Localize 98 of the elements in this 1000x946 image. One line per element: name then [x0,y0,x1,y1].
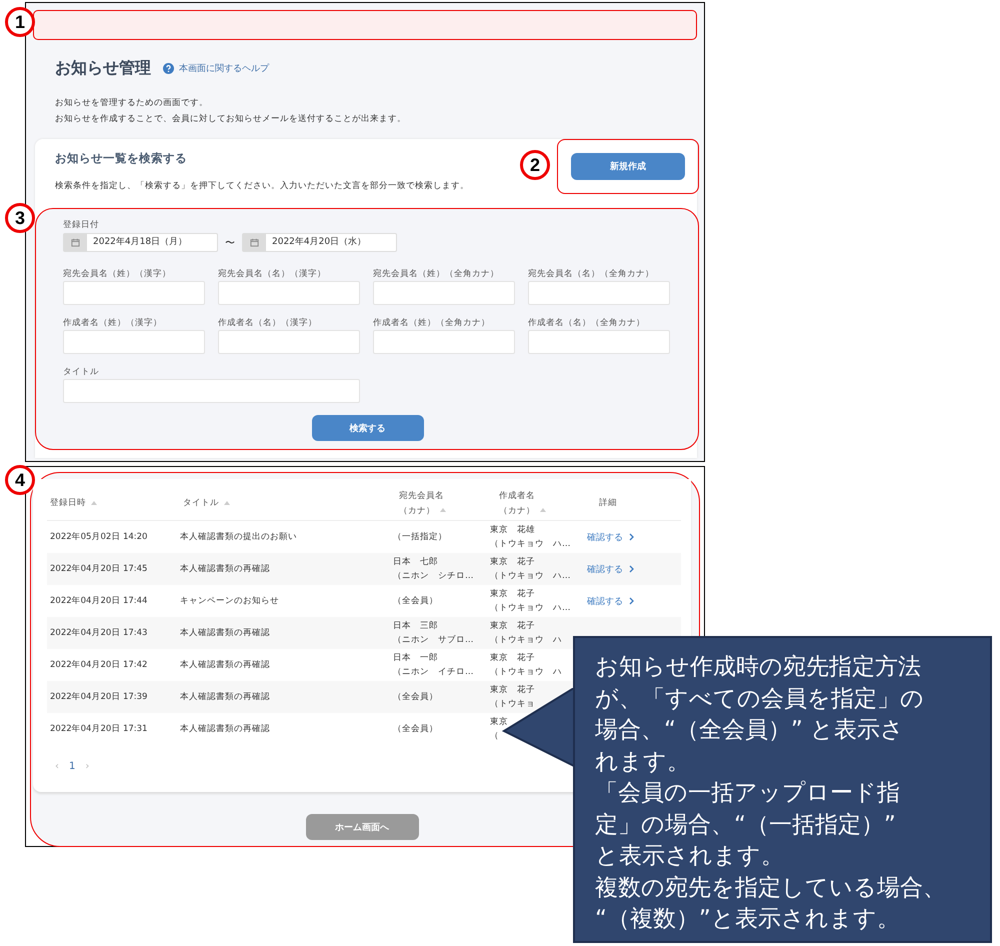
table-cell: 2022年04月20日 17:31 [50,723,148,735]
callout-text: 場合、“（全会員）” と表示さ [595,716,906,745]
column-header[interactable]: （カナ） [499,504,546,516]
table-cell-text: 日本 三郎 [393,620,438,633]
input-field[interactable] [63,379,360,403]
callout-text: と表示されます。 [595,842,785,871]
table-cell: キャンペーンのお知らせ [180,595,279,607]
callout-text: 「会員の一括アップロード指 [595,779,901,808]
help-icon [163,62,174,74]
table-cell-text: 東京 花雄 [490,524,535,537]
input-field[interactable] [528,330,670,354]
step-number-marker: 4 [5,465,35,495]
field-label: 登録日付 [63,219,100,231]
table-cell-text: （ニホン シチロ… [393,570,474,583]
input-field[interactable] [63,330,205,354]
field-label: 作成者名（名）（漢字） [218,317,318,329]
search-button[interactable]: 検索する [312,415,424,441]
table-cell-text: （ニホン イチロ… [393,666,474,679]
table-cell: 2022年05月02日 14:20 [50,531,148,543]
column-header: 宛先会員名 [399,490,444,502]
field-label: 宛先会員名（姓）（漢字） [63,268,172,280]
description-text: お知らせを作成することで、会員に対してお知らせメールを送付することが出来ます。 [55,112,407,126]
table-cell: 2022年04月20日 17:39 [50,691,148,703]
callout-text: 定」の場合、“（一括指定）” [595,810,897,840]
table-cell-text: 東京 花子 [490,556,535,569]
column-header[interactable]: タイトル [183,497,230,509]
input-field[interactable] [218,281,360,305]
table-cell: 本人確認書類の提出のお願い [180,531,297,543]
table-cell-text: （トウキョウ ハ [490,666,562,679]
description-text: お知らせを管理するための画面です。 [55,97,209,110]
column-header[interactable]: 登録日時 [50,497,97,509]
input-field[interactable] [528,281,670,305]
date-field[interactable]: 2022年4月20日（水） [242,233,397,252]
column-header: 作成者名 [499,490,535,502]
field-label: タイトル [63,366,100,378]
date-field[interactable]: 2022年4月18日（月） [63,233,218,252]
table-cell-text: （全会員） [393,691,438,704]
callout-text: 複数の宛先を指定している場合、 [595,874,947,902]
range-separator: 〜 [224,236,236,250]
callout-text: お知らせ作成時の宛先指定方法 [595,653,922,682]
input-field[interactable] [218,330,360,354]
help-link[interactable]: 本画面に関するヘルプ [179,62,269,74]
table-cell: 2022年04月20日 17:45 [50,563,148,575]
detail-link[interactable]: 確認する [587,530,623,544]
field-label: 宛先会員名（姓）（全角カナ） [373,268,500,280]
callout-text: “（複数）”と表示されます。 [595,905,901,934]
field-label: 作成者名（姓）（漢字） [63,317,163,329]
chevron-right-icon [629,533,634,541]
table-cell: 2022年04月20日 17:43 [50,627,148,639]
table-cell: 2022年04月20日 17:42 [50,659,148,671]
detail-link[interactable]: 確認する [587,594,623,608]
table-cell: 本人確認書類の再確認 [180,723,270,735]
create-button[interactable]: 新規作成 [571,153,685,180]
table-cell-text: 日本 七郎 [393,556,438,569]
step-number-marker: 1 [5,7,35,37]
calendar-icon [71,238,80,247]
page-number[interactable]: 1 [69,761,76,772]
table-cell-text: 東京 花子 [490,684,535,697]
calendar-icon [250,238,259,247]
table-cell: 2022年04月20日 17:44 [50,595,148,607]
table-cell-text: （全会員） [393,723,438,736]
field-label: 宛先会員名（名）（全角カナ） [528,268,655,280]
table-cell: 本人確認書類の再確認 [180,659,270,671]
chevron-right-icon [629,597,634,605]
table-cell-text: （トウキョウ ハ [490,634,562,647]
table-cell-text: （一括指定） [393,530,447,544]
page-title: お知らせ管理 [55,58,151,78]
column-header[interactable]: （カナ） [399,504,446,516]
table-cell: 本人確認書類の再確認 [180,691,270,703]
input-field[interactable] [373,281,515,305]
table-cell-text: （トウキョウ ハ… [490,602,570,615]
callout-text: が、「すべての会員を指定」の [595,684,925,714]
table-cell-text: （トウキョウ ハ… [490,570,570,583]
field-label: 作成者名（姓）（全角カナ） [373,317,491,329]
input-field[interactable] [63,281,205,305]
table-cell-text: （トウキョウ ハ… [490,538,570,551]
table-cell-text: 日本 一郎 [393,652,438,665]
column-header: 詳細 [599,497,617,509]
callout-text: れます。 [595,748,691,776]
step-number-marker: 3 [5,203,35,233]
table-cell-text: 東京 花子 [490,588,535,601]
table-cell-text: （ニホン サブロ… [393,634,474,647]
table-cell-text: （トウキョ [490,698,535,711]
table-cell-text: 東京 花子 [490,620,535,633]
home-button[interactable]: ホーム画面へ [306,814,418,840]
chevron-right-icon [629,565,634,573]
field-label: 作成者名（名）（全角カナ） [528,317,646,329]
instruction-text: 検索条件を指定し、「検索する」を押下してください。入力いただいた文言を部分一致で検索します。 [55,180,469,192]
input-field[interactable] [373,330,515,354]
section-title: お知らせ一覧を検索する [55,151,188,166]
detail-link[interactable]: 確認する [587,562,623,576]
table-cell-text: （ [490,730,499,743]
table-cell: 本人確認書類の再確認 [180,563,270,575]
table-cell-text: 東京 花子 [490,652,535,665]
table-cell-text: 東京 [490,716,508,729]
table-cell: 本人確認書類の再確認 [180,627,270,639]
table-cell-text: （全会員） [393,595,438,608]
field-label: 宛先会員名（名）（漢字） [218,268,327,280]
